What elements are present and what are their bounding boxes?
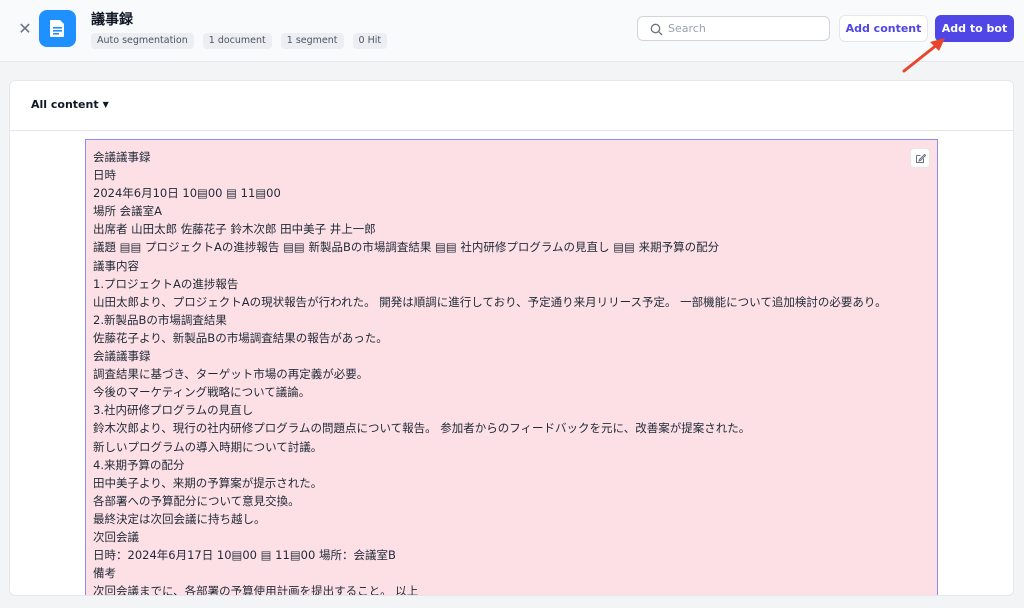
segment-line: 最終決定は次回会議に持ち越し。 [93,511,266,526]
content-panel: All content ▼ 会議議事録 日時 2024年6月10日 10▤00 ▤… [9,80,1014,596]
segmentation-badge: Auto segmentation [91,33,194,49]
segment-line: 2.新製品Bの市場調査結果 [93,312,227,327]
caret-down-icon: ▼ [102,100,109,109]
segment-line: 日時：2024年6月17日 10▤00 ▤ 11▤00 場所：会議室B [93,548,396,563]
segment-line: 日時 [93,168,116,183]
content-filter-dropdown[interactable]: All content ▼ [31,98,109,111]
segment-line: 1.プロジェクトAの進捗報告 [93,276,239,291]
segment-line: 2024年6月10日 10▤00 ▤ 11▤00 [93,186,281,201]
segment-line: 会議議事録 [93,349,151,364]
page-title: 議事録 [91,12,133,28]
segment-line: 議題 ▤▤ プロジェクトAの進捗報告 ▤▤ 新製品Bの市場調査結果 ▤▤ 社内研… [93,240,720,255]
segment-line: 4.来期予算の配分 [93,457,185,472]
segment-count-badge: 1 segment [280,33,344,49]
badge-row: Auto segmentation 1 document 1 segment 0… [91,33,388,49]
panel-header: All content ▼ [10,81,1013,131]
segment-card[interactable]: 会議議事録 日時 2024年6月10日 10▤00 ▤ 11▤00 場所 会議室… [85,139,938,596]
segment-line: 新しいプログラムの導入時期について討議。 [93,439,323,454]
segment-line: 議事内容 [93,258,139,273]
segment-line: 田中美子より、来期の予算案が提示された。 [93,475,323,490]
segment-line: 出席者 山田太郎 佐藤花子 鈴木次郎 田中美子 井上一郎 [93,222,376,237]
segment-line: 今後のマーケティング戦略について議論。 [93,385,311,400]
segment-line: 山田太郎より、プロジェクトAの現状報告が行われた。 開発は順調に進行しており、予… [93,294,887,309]
segment-line: 備考 [93,566,116,581]
segment-line: 鈴木次郎より、現行の社内研修プログラムの問題点について報告。 参加者からのフィー… [93,421,751,436]
document-count-badge: 1 document [202,33,272,49]
segment-line: 調査結果に基づき、ターゲット市場の再定義が必要。 [93,367,369,382]
segment-line: 佐藤花子より、新製品Bの市場調査結果の報告があった。 [93,330,388,345]
close-icon[interactable]: ✕ [14,18,36,40]
content-filter-label: All content [31,98,99,111]
annotation-arrow-icon [902,38,945,73]
segment-line: 各部署への予算配分について意見交換。 [93,493,300,508]
search-box[interactable] [637,16,830,41]
top-bar: ✕ 議事録 Auto segmentation 1 document 1 seg… [0,0,1024,62]
segment-text: 会議議事録 日時 2024年6月10日 10▤00 ▤ 11▤00 場所 会議室… [93,148,933,596]
hit-count-badge: 0 Hit [352,33,388,49]
search-icon [650,23,663,36]
segment-line: 次回会議 [93,529,139,544]
segment-line: 3.社内研修プログラムの見直し [93,403,254,418]
segment-line: 会議議事録 [93,150,151,164]
segment-line: 場所 会議室A [93,204,163,219]
document-icon [39,10,76,47]
search-input[interactable] [668,20,823,37]
segment-line: 次回会議までに、各部署の予算使用計画を提出すること。 以上 [93,584,419,596]
